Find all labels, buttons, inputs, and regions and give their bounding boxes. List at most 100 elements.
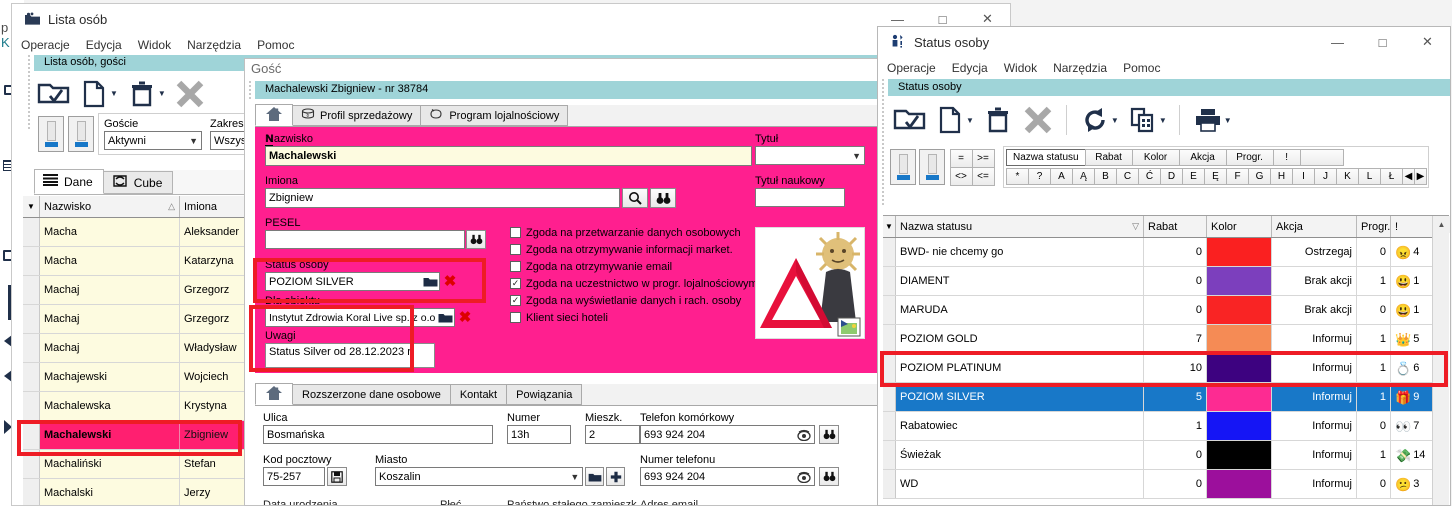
obiekt-open-folder-icon[interactable] <box>435 308 455 327</box>
checkbox-box[interactable] <box>510 312 521 323</box>
gosc-gripper[interactable] <box>245 81 255 99</box>
operator-gte-button[interactable]: >= <box>971 148 995 168</box>
column-filter-button[interactable]: Akcja <box>1178 149 1227 166</box>
field-tytul-naukowy-input[interactable] <box>755 188 845 207</box>
row-selector[interactable] <box>23 218 40 246</box>
refresh-icon[interactable] <box>1075 101 1115 139</box>
tab-home[interactable] <box>255 104 293 126</box>
field-status-input[interactable]: POZIOM SILVER <box>265 272 440 291</box>
alphabet-filter-button[interactable]: A <box>1050 168 1073 185</box>
tab-dane[interactable]: Dane <box>34 169 104 194</box>
field-mieszk-input[interactable]: 2 <box>585 425 640 444</box>
table-row[interactable]: Rabatowiec 1 Informuj 0 👀 7 <box>883 412 1449 441</box>
field-nazwisko-input[interactable]: Machalewski <box>265 146 752 166</box>
alphabet-scroll-right[interactable]: ▶ <box>1414 168 1427 185</box>
column-filter-button[interactable]: Progr. <box>1225 149 1274 166</box>
new-document-icon[interactable] <box>74 75 114 113</box>
open-folder-icon[interactable] <box>34 75 74 113</box>
status-grid-scrollbar[interactable]: ▲ <box>1432 216 1450 505</box>
alphabet-filter-button[interactable]: Ł <box>1380 168 1403 185</box>
row-selector[interactable] <box>23 421 40 449</box>
bottom-tab-home[interactable] <box>255 383 293 405</box>
pesel-binoculars-icon-button[interactable] <box>466 230 486 249</box>
alphabet-filter-button[interactable]: L <box>1358 168 1381 185</box>
consent-checkbox[interactable]: Zgoda na otrzymywanie informacji market. <box>510 241 758 258</box>
status-select-all-button[interactable]: ▼ <box>883 216 896 237</box>
row-selector[interactable] <box>23 450 40 478</box>
menu-item-edycja[interactable]: Edycja <box>86 38 122 52</box>
slider-toggle-1[interactable] <box>890 149 916 185</box>
bottom-tab-kontakt[interactable]: Kontakt <box>450 384 508 405</box>
alphabet-filter-button[interactable]: B <box>1094 168 1117 185</box>
operator-lte-button[interactable]: <= <box>971 166 995 186</box>
consent-checkbox[interactable]: ✓ Zgoda na wyświetlanie danych i rach. os… <box>510 292 758 309</box>
checkbox-box[interactable] <box>510 227 521 238</box>
checkbox-box[interactable]: ✓ <box>510 278 521 289</box>
menu-item-edycja[interactable]: Edycja <box>952 61 988 75</box>
print-icon[interactable] <box>1188 101 1228 139</box>
status-open-folder-icon[interactable] <box>420 272 440 291</box>
table-row[interactable]: Świeżak 0 Informuj 1 💸 14 <box>883 441 1449 470</box>
bottom-tab-powiazania[interactable]: Powiązania <box>507 384 583 405</box>
alphabet-filter-button[interactable]: C <box>1116 168 1139 185</box>
phone-dial-icon[interactable] <box>794 429 814 441</box>
field-imiona-input[interactable]: Zbigniew <box>265 188 620 208</box>
delete-bin-icon[interactable] <box>978 101 1018 139</box>
row-selector[interactable] <box>883 238 896 266</box>
alphabet-filter-button[interactable]: Ę <box>1204 168 1227 185</box>
status-col-rabat[interactable]: Rabat <box>1144 216 1207 237</box>
alphabet-filter-button[interactable]: ? <box>1028 168 1051 185</box>
alphabet-filter-button[interactable]: * <box>1006 168 1029 185</box>
scroll-track[interactable] <box>1433 233 1450 483</box>
status-col-nazwa[interactable]: Nazwa statusu ▽ <box>896 216 1144 237</box>
slider-toggle-2[interactable] <box>919 149 945 185</box>
status-col-progr[interactable]: Progr. <box>1357 216 1391 237</box>
tab-program-lojalnosciowy[interactable]: Program lojalnościowy <box>421 105 569 126</box>
binoculars-icon-button[interactable] <box>650 188 676 208</box>
field-tel-input[interactable]: 693 924 204 <box>640 467 815 486</box>
menu-item-narzedzia[interactable]: Narzędzia <box>187 38 241 52</box>
row-selector[interactable] <box>883 441 896 469</box>
operator-equals-button[interactable]: = <box>949 148 973 168</box>
status-clear-x-icon[interactable]: ✖ <box>441 272 459 291</box>
field-kod-input[interactable]: 75-257 <box>263 467 325 486</box>
alphabet-filter-button[interactable]: Ą <box>1072 168 1095 185</box>
miasto-add-plus-icon-button[interactable] <box>606 467 625 486</box>
alphabet-filter-button[interactable]: K <box>1336 168 1359 185</box>
row-selector[interactable] <box>23 305 40 333</box>
miasto-open-folder-icon-button[interactable] <box>585 467 605 486</box>
guest-photo[interactable] <box>755 227 865 339</box>
copy-dropdown-caret[interactable]: ▼ <box>1159 116 1167 125</box>
status-col-excl[interactable]: ! <box>1391 216 1431 237</box>
operator-neq-button[interactable]: <> <box>949 166 973 186</box>
row-selector[interactable] <box>23 363 40 391</box>
field-ulica-input[interactable]: Bosmańska <box>263 425 493 444</box>
table-row[interactable]: DIAMENT 0 Brak akcji 1 😃 1 <box>883 267 1449 296</box>
row-selector[interactable] <box>23 392 40 420</box>
search-icon-button[interactable] <box>622 188 648 208</box>
print-dropdown-caret[interactable]: ▼ <box>1224 116 1232 125</box>
tab-profil-sprzedazowy[interactable]: $ Profil sprzedażowy <box>293 105 422 126</box>
delete-dropdown-caret[interactable]: ▼ <box>158 89 166 98</box>
status-col-kolor[interactable]: Kolor <box>1207 216 1272 237</box>
menu-item-pomoc[interactable]: Pomoc <box>1123 61 1160 75</box>
obiekt-clear-x-icon[interactable]: ✖ <box>456 308 474 327</box>
column-filter-button[interactable]: Nazwa statusu <box>1006 149 1086 166</box>
row-selector[interactable] <box>883 383 896 411</box>
names-col-nazwisko[interactable]: Nazwisko △ <box>40 196 180 217</box>
consent-checkbox[interactable]: ✓ Zgoda na uczestnictwo w progr. lojalnoś… <box>510 275 758 292</box>
slider-toggle-1[interactable] <box>38 116 64 152</box>
tab-cube[interactable]: Cube <box>103 171 174 194</box>
row-selector[interactable] <box>883 296 896 324</box>
row-selector[interactable] <box>883 325 896 353</box>
table-row[interactable]: BWD- nie chcemy go 0 Ostrzegaj 0 😠 4 <box>883 238 1449 267</box>
new-document-dropdown-caret[interactable]: ▼ <box>966 116 974 125</box>
alphabet-filter-button[interactable]: D <box>1160 168 1183 185</box>
field-tytul-combo[interactable]: ▼ <box>755 146 865 165</box>
row-selector[interactable] <box>23 276 40 304</box>
table-row[interactable]: POZIOM SILVER 5 Informuj 1 🎁 9 <box>883 383 1449 412</box>
status-col-akcja[interactable]: Akcja <box>1272 216 1357 237</box>
column-filter-button[interactable]: Rabat <box>1084 149 1133 166</box>
field-uwagi-textarea[interactable]: Status Silver od 28.12.2023 r. <box>265 343 435 368</box>
menu-item-narzedzia[interactable]: Narzędzia <box>1053 61 1107 75</box>
